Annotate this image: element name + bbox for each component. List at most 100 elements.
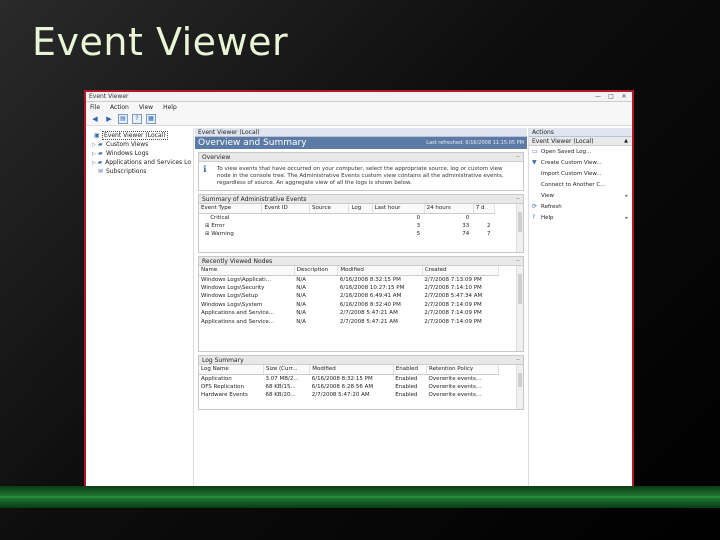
help-book-icon[interactable]: ? [132, 113, 142, 124]
action-item[interactable]: ⟳ Refresh [529, 201, 632, 212]
column-header[interactable]: Enabled [393, 365, 428, 375]
table-row[interactable]: Applications and Service... N/A 2/7/2008 5… [199, 309, 499, 318]
menu-view[interactable]: View [139, 104, 153, 111]
column-header[interactable]: Event Type [199, 204, 263, 214]
table-row[interactable]: Critical 0 0 [199, 213, 495, 222]
tree-item-label: Event Viewer (Local) [102, 131, 168, 140]
column-header[interactable]: Modified [309, 365, 394, 375]
scrollbar[interactable] [516, 266, 523, 351]
table-cell: Overwrite events... [428, 392, 482, 399]
log-summary-section: Log Summary − Log Name Size (Curr... Modif… [198, 355, 524, 410]
tree-item[interactable]: ✉ Subscriptions [88, 167, 191, 176]
column-header[interactable]: Modified [337, 266, 423, 276]
tree-item[interactable]: ▷ ▰ Windows Logs [88, 149, 191, 158]
column-header[interactable]: Created [422, 266, 500, 276]
column-header[interactable]: Description [294, 266, 339, 276]
collapse-icon[interactable]: − [516, 153, 520, 161]
table-cell: Overwrite events... [428, 383, 482, 390]
show-tree-icon[interactable]: ▤ [118, 113, 128, 124]
forward-arrow-icon[interactable]: ▶ [104, 114, 114, 124]
action-item[interactable]: ▭ Open Saved Log... [529, 146, 632, 157]
column-header[interactable]: Name [199, 266, 295, 276]
table-row[interactable]: Windows Logs\Applicati... N/A 6/16/2008 8:… [199, 275, 499, 284]
column-header[interactable]: 7 d [473, 204, 496, 214]
column-header[interactable]: Log Name [199, 365, 264, 375]
column-header[interactable]: 24 hours [424, 204, 474, 214]
tree-item[interactable]: ▷ ▰ Custom Views [88, 140, 191, 149]
table-cell: Applications and Service... [201, 318, 275, 325]
tree-item[interactable]: ▷ ▰ Applications and Services Lo [88, 158, 191, 167]
menu-help[interactable]: Help [163, 104, 177, 111]
column-header[interactable]: Event ID [261, 204, 310, 214]
log-summary-table: Log Name Size (Curr... Modified Enabled Rete… [199, 365, 499, 400]
column-header[interactable]: Last hour [372, 204, 425, 214]
close-button[interactable]: ✕ [620, 93, 628, 100]
action-item[interactable]: Connect to Another C... [529, 179, 632, 190]
table-row[interactable]: DFS Replication 68 KB/15... 6/16/2008 6:28… [199, 383, 499, 392]
table-cell: N/A [296, 293, 307, 300]
table-cell: Enabled [395, 375, 418, 382]
subscription-icon: ✉ [98, 168, 104, 175]
table-row[interactable]: Windows Logs\Security N/A 6/16/2008 10:27:… [199, 284, 499, 293]
tree-item-label: Custom Views [106, 141, 149, 148]
table-cell: 6/16/2008 8:32:15 PM [339, 276, 401, 283]
properties-icon[interactable]: ▦ [146, 113, 156, 124]
table-row[interactable]: ⊞ Error 3 33 2 [199, 222, 495, 231]
actions-group-title: Event Viewer (Local) [532, 138, 594, 145]
minimize-button[interactable]: — [594, 93, 602, 100]
log-summary-title: Log Summary [202, 357, 244, 364]
table-row[interactable]: Application 3.07 MB/2... 6/16/2008 8:32:15… [199, 374, 499, 383]
admin-summary-table: Event Type Event ID Source Log Last hour 24 h… [199, 204, 496, 239]
menu-file[interactable]: File [90, 104, 100, 111]
column-header[interactable]: Size (Curr... [263, 365, 311, 375]
action-label: Create Custom View... [541, 159, 602, 166]
action-item[interactable]: Import Custom View... [529, 168, 632, 179]
folder-icon: ▰ [97, 159, 103, 166]
table-cell: 6/16/2008 8:32:40 PM [339, 301, 401, 308]
collapse-up-icon[interactable]: ▲ [624, 137, 628, 145]
table-row[interactable]: Hardware Events 68 KB/20... 2/7/2008 5:47:… [199, 391, 499, 400]
window-title: Event Viewer [89, 93, 129, 100]
menu-action[interactable]: Action [110, 104, 129, 111]
action-item[interactable]: ? Help ▸ [529, 212, 632, 223]
action-label: Connect to Another C... [541, 181, 606, 188]
admin-summary-header[interactable]: Summary of Administrative Events − [199, 195, 523, 204]
expand-box-icon[interactable] [205, 215, 208, 221]
table-row[interactable]: Applications and Service... N/A 2/7/2008 5… [199, 318, 499, 327]
submenu-arrow-icon: ▸ [625, 214, 628, 221]
maximize-button[interactable]: □ [607, 93, 615, 100]
table-cell: 3.07 MB/2... [265, 375, 299, 382]
tree-item-label: Subscriptions [106, 168, 147, 175]
tree-item[interactable]: ▣ Event Viewer (Local) [88, 131, 191, 140]
column-header[interactable]: Log [348, 204, 373, 214]
back-arrow-icon[interactable]: ◀ [90, 114, 100, 124]
scrollbar[interactable] [516, 365, 523, 409]
window-titlebar[interactable]: Event Viewer — □ ✕ [86, 92, 632, 102]
actions-group-header[interactable]: Event Viewer (Local) ▲ [529, 137, 632, 146]
table-cell: 2/7/2008 5:47:20 AM [311, 392, 370, 399]
overview-section-header[interactable]: Overview − [199, 153, 523, 162]
table-cell: N/A [296, 310, 307, 317]
folder-icon: ▰ [98, 141, 103, 148]
overview-section: Overview − ℹ To view events that have oc… [198, 152, 524, 191]
scrollbar[interactable] [516, 204, 523, 252]
expand-box-icon[interactable]: ⊞ [205, 223, 209, 229]
column-header[interactable]: Source [309, 204, 350, 214]
table-cell: 2/7/2008 7:14:09 PM [424, 318, 482, 325]
tree-item-label: Windows Logs [106, 150, 149, 157]
column-header[interactable]: Retention Policy [426, 365, 499, 375]
expand-box-icon[interactable]: ⊞ [205, 231, 209, 237]
table-row[interactable]: Windows Logs\System N/A 6/16/2008 8:32:40 … [199, 301, 499, 310]
recent-nodes-header[interactable]: Recently Viewed Nodes − [199, 257, 523, 266]
log-summary-header[interactable]: Log Summary − [199, 356, 523, 365]
action-item[interactable]: ▼ Create Custom View... [529, 157, 632, 168]
collapse-icon[interactable]: − [516, 356, 520, 364]
collapse-icon[interactable]: − [516, 195, 520, 203]
banner-title: Overview and Summary [198, 138, 307, 148]
collapse-icon[interactable]: − [516, 257, 520, 265]
table-row[interactable]: Windows Logs\Setup N/A 2/16/2008 6:49:41 A… [199, 292, 499, 301]
action-item[interactable]: View ▸ [529, 190, 632, 201]
table-row[interactable]: ⊞ Warning 5 74 7 [199, 230, 495, 239]
submenu-arrow-icon: ▸ [625, 192, 628, 199]
refresh-icon: ⟳ [532, 203, 538, 210]
